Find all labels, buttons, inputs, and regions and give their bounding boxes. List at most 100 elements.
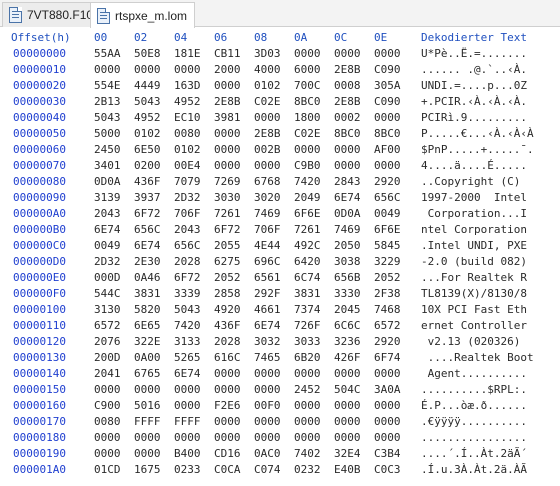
hex-word[interactable]: 7261 [214, 207, 241, 220]
hex-word[interactable]: 2028 [214, 335, 241, 348]
hex-row[interactable]: 00000190 0000 0000 B400 CD16 0AC0 7402 32E4 C3B4… [0, 446, 560, 462]
hex-word[interactable]: C02E [254, 95, 281, 108]
hex-word[interactable]: 3937 [134, 191, 161, 204]
hex-word[interactable]: 2043 [174, 223, 201, 236]
hex-word[interactable]: 0000 [294, 47, 321, 60]
hex-word[interactable]: 2028 [174, 255, 201, 268]
hex-word[interactable]: 6C6C [334, 319, 361, 332]
hex-word[interactable]: 2052 [214, 271, 241, 284]
hex-word[interactable]: 5820 [134, 303, 161, 316]
hex-word[interactable]: 7402 [294, 447, 321, 460]
decoded-text[interactable]: .Intel UNDI, PXE [421, 239, 527, 252]
hex-word[interactable]: 0049 [94, 239, 121, 252]
hex-word[interactable]: FFFF [174, 415, 201, 428]
hex-word[interactable]: 2E8B [214, 95, 241, 108]
hex-word[interactable]: 4E44 [254, 239, 281, 252]
hex-word[interactable]: 6000 [294, 63, 321, 76]
hex-row[interactable]: 000000C0 0049 6E74 656C 2055 4E44 492C 2050 5845… [0, 238, 560, 254]
hex-word[interactable]: 6E74 [334, 191, 361, 204]
hex-word[interactable]: 2041 [94, 367, 121, 380]
hex-word[interactable]: 6561 [254, 271, 281, 284]
tab-7vt880-f10[interactable]: 7VT880.F10 [2, 2, 102, 27]
hex-word[interactable]: 0000 [254, 431, 281, 444]
hex-word[interactable]: 2055 [214, 239, 241, 252]
hex-word[interactable]: 6F6E [374, 223, 401, 236]
hex-word[interactable]: 5043 [174, 303, 201, 316]
hex-word[interactable]: 696C [254, 255, 281, 268]
hex-word[interactable]: 6768 [254, 175, 281, 188]
hex-word[interactable]: 0232 [294, 463, 321, 476]
hex-word[interactable]: 2843 [334, 175, 361, 188]
hex-word[interactable]: 656C [174, 239, 201, 252]
hex-word[interactable]: 6765 [134, 367, 161, 380]
hex-word[interactable]: 0000 [374, 431, 401, 444]
hex-word[interactable]: 656C [374, 191, 401, 204]
hex-word[interactable]: 181E [174, 47, 201, 60]
hex-word[interactable]: 0000 [254, 367, 281, 380]
hex-word[interactable]: 5265 [174, 351, 201, 364]
hex-row[interactable]: 000000F0 544C 3831 3339 2858 292F 3831 3330 2F38… [0, 286, 560, 302]
hex-word[interactable]: 0000 [334, 399, 361, 412]
hex-word[interactable]: CB11 [214, 47, 241, 60]
decoded-text[interactable]: 4....ä....É..... [421, 159, 527, 172]
hex-word[interactable]: 3330 [334, 287, 361, 300]
hex-row[interactable]: 00000180 0000 0000 0000 0000 0000 0000 0000 0000… [0, 430, 560, 446]
hex-word[interactable]: 2045 [334, 303, 361, 316]
hex-word[interactable]: 504C [334, 383, 361, 396]
hex-word[interactable]: 5000 [94, 127, 121, 140]
hex-word[interactable]: 6572 [94, 319, 121, 332]
hex-word[interactable]: 7468 [374, 303, 401, 316]
hex-word[interactable]: 7469 [334, 223, 361, 236]
hex-word[interactable]: 706F [254, 223, 281, 236]
hex-word[interactable]: 4920 [214, 303, 241, 316]
hex-row[interactable]: 000000A0 2043 6F72 706F 7261 7469 6F6E 0D0A 0049… [0, 206, 560, 222]
hex-word[interactable]: 3130 [94, 303, 121, 316]
hex-word[interactable]: C0CA [214, 463, 241, 476]
hex-word[interactable]: 0000 [94, 447, 121, 460]
hex-word[interactable]: 0000 [94, 383, 121, 396]
hex-word[interactable]: 55AA [94, 47, 121, 60]
hex-word[interactable]: 000D [94, 271, 121, 284]
hex-word[interactable]: 544C [94, 287, 121, 300]
hex-word[interactable]: 0000 [334, 431, 361, 444]
hex-word[interactable]: 0000 [374, 367, 401, 380]
hex-word[interactable]: 0000 [294, 399, 321, 412]
hex-word[interactable]: 3139 [94, 191, 121, 204]
hex-word[interactable]: 7469 [254, 207, 281, 220]
hex-word[interactable]: 700C [294, 79, 321, 92]
hex-word[interactable]: 0A46 [134, 271, 161, 284]
hex-row[interactable]: 00000010 0000 0000 0000 2000 4000 6000 2E8B C090… [0, 62, 560, 78]
hex-row[interactable]: 000000E0 000D 0A46 6F72 2052 6561 6C74 656B 2052… [0, 270, 560, 286]
hex-word[interactable]: 492C [294, 239, 321, 252]
hex-word[interactable]: 163D [174, 79, 201, 92]
hex-row[interactable]: 00000060 2450 6E50 0102 0000 002B 0000 0000 AF00… [0, 142, 560, 158]
hex-word[interactable]: 0000 [334, 415, 361, 428]
hex-row[interactable]: 00000140 2041 6765 6E74 0000 0000 0000 0000 0000… [0, 366, 560, 382]
hex-word[interactable]: 0000 [254, 111, 281, 124]
hex-word[interactable]: 3030 [214, 191, 241, 204]
hex-word[interactable]: 3020 [254, 191, 281, 204]
hex-word[interactable]: 656B [334, 271, 361, 284]
decoded-text[interactable]: ernet Controller [421, 319, 527, 332]
hex-word[interactable]: 3831 [294, 287, 321, 300]
hex-row[interactable]: 00000080 0D0A 436F 7079 7269 6768 7420 2843 2920… [0, 174, 560, 190]
hex-row[interactable]: 00000030 2B13 5043 4952 2E8B C02E 8BC0 2E8B C090… [0, 94, 560, 110]
hex-word[interactable]: 6E74 [254, 319, 281, 332]
hex-row[interactable]: 00000020 554E 4449 163D 0000 0102 700C 0008 305A… [0, 78, 560, 94]
hex-word[interactable]: FFFF [134, 415, 161, 428]
hex-word[interactable]: 0000 [214, 79, 241, 92]
hex-word[interactable]: 2E30 [134, 255, 161, 268]
decoded-text[interactable]: ....´.Í..Àt.2äÃ´ [421, 447, 527, 460]
hex-row[interactable]: 00000040 5043 4952 EC10 3981 0000 1800 0002 0000… [0, 110, 560, 126]
hex-word[interactable]: 322E [134, 335, 161, 348]
hex-word[interactable]: 0000 [214, 415, 241, 428]
hex-word[interactable]: 0233 [174, 463, 201, 476]
decoded-text[interactable]: 1997-2000 Intel [421, 191, 527, 204]
hex-word[interactable]: 002B [254, 143, 281, 156]
hex-word[interactable]: 0102 [134, 127, 161, 140]
decoded-text[interactable]: 10X PCI Fast Eth [421, 303, 527, 316]
hex-word[interactable]: 2052 [374, 271, 401, 284]
hex-row[interactable]: 00000100 3130 5820 5043 4920 4661 7374 2045 7468… [0, 302, 560, 318]
hex-word[interactable]: 2E8B [334, 63, 361, 76]
decoded-text[interactable]: .Í.u.3À.Àt.2ä.ÀÃ [421, 463, 527, 476]
